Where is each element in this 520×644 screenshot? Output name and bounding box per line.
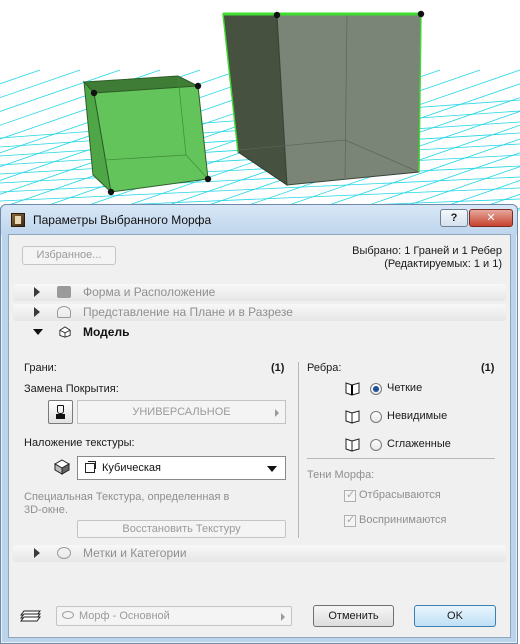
panel-model-header[interactable]: Модель [13, 324, 506, 341]
dialog-client-area: Избранное... Выбрано: 1 Граней и 1 Ребер… [8, 234, 511, 638]
chevron-right-icon [275, 409, 279, 417]
expand-arrow-icon [34, 548, 40, 558]
panel-model-label: Модель [83, 325, 130, 339]
favorites-button[interactable]: Избранное... [22, 246, 116, 265]
panel-shape-header[interactable]: Форма и Расположение [13, 284, 506, 301]
paint-brush-icon [57, 405, 64, 414]
model-icon [59, 326, 71, 338]
expand-arrow-icon [34, 307, 40, 317]
texture-note-line1: Специальная Текстура, определенная в [24, 491, 230, 503]
close-button[interactable]: ✕ [469, 209, 513, 227]
edge-hidden-label: Невидимые [387, 410, 448, 422]
3d-scene[interactable] [0, 0, 520, 301]
cast-shadows-checkbox[interactable] [344, 488, 356, 502]
override-toggle-button[interactable] [48, 400, 73, 424]
edge-sharp-label: Четкие [387, 382, 423, 394]
smooth-edge-icon [345, 438, 360, 452]
morph-settings-dialog: Параметры Выбранного Морфа ? ✕ Избранное… [0, 204, 518, 644]
dark-morph-cube[interactable] [222, 10, 425, 186]
edge-sharp-radio[interactable] [370, 383, 382, 395]
cast-shadows-label: Отбрасываются [359, 489, 441, 501]
layer-select[interactable]: Морф - Основной [56, 606, 292, 626]
plan-section-icon [57, 306, 71, 318]
title-bar[interactable]: Параметры Выбранного Морфа ? ✕ [1, 205, 517, 235]
texture-mapping-value: Кубическая [102, 462, 161, 474]
edge-smooth-radio[interactable] [370, 439, 382, 451]
grid-line [0, 176, 520, 202]
override-surface-combo[interactable]: УНИВЕРСАЛЬНОЕ [77, 400, 286, 424]
morph-app-icon [11, 213, 25, 227]
layers-icon [20, 610, 41, 622]
selection-info: Выбрано: 1 Граней и 1 Ребер [352, 245, 502, 257]
shadows-label: Тени Морфа: [307, 469, 375, 481]
faces-count: (1) [271, 362, 285, 374]
panel-plan-label: Представление на Плане и в Разрезе [83, 305, 293, 319]
grid-line [0, 69, 41, 85]
receive-shadows-label: Воспринимаются [359, 514, 447, 526]
override-surface-value: УНИВЕРСАЛЬНОЕ [132, 406, 231, 418]
texture-label: Наложение текстуры: [24, 437, 135, 449]
collapse-arrow-icon [33, 329, 43, 335]
panel-tags-header[interactable]: Метки и Категории [13, 545, 506, 562]
texture-note-line2: 3D-окне. [24, 504, 68, 516]
faces-label: Грани: [24, 362, 57, 374]
sharp-edge-icon [345, 382, 360, 396]
section-divider [307, 458, 495, 459]
texture-cube-icon [53, 459, 71, 475]
window-title: Параметры Выбранного Морфа [33, 213, 212, 227]
panel-shape-label: Форма и Расположение [83, 285, 216, 299]
paint-brush-tip [56, 414, 65, 419]
editable-info: (Редактируемых: 1 и 1) [384, 258, 502, 270]
chevron-down-icon [267, 466, 277, 472]
receive-shadows-checkbox[interactable] [344, 513, 356, 527]
column-divider [298, 362, 299, 538]
override-label: Замена Покрытия: [24, 383, 119, 395]
model-panel-body: Грани: (1) Замена Покрытия: УНИВЕРСАЛЬНО… [9, 362, 510, 570]
cancel-button[interactable]: Отменить [313, 605, 394, 627]
chevron-right-icon [281, 613, 285, 621]
layer-value: Морф - Основной [79, 610, 170, 622]
edges-label: Ребра: [307, 362, 342, 374]
3d-viewport[interactable] [0, 0, 520, 301]
eye-icon [62, 611, 74, 619]
cube-map-icon [85, 461, 96, 473]
tags-categories-icon [57, 547, 71, 559]
help-button[interactable]: ? [440, 209, 468, 227]
panel-tags-label: Метки и Категории [83, 546, 187, 560]
shape-position-icon [57, 286, 71, 298]
restore-texture-button[interactable]: Восстановить Текстуру [77, 520, 286, 538]
panel-plan-header[interactable]: Представление на Плане и в Разрезе [13, 304, 506, 321]
texture-mapping-select[interactable]: Кубическая [77, 456, 286, 480]
hidden-edge-icon [345, 410, 360, 424]
edge-hidden-radio[interactable] [370, 411, 382, 423]
edge-smooth-label: Сглаженные [387, 438, 451, 450]
ok-button[interactable]: OK [414, 605, 496, 627]
expand-arrow-icon [34, 287, 40, 297]
edges-count: (1) [481, 362, 495, 374]
green-morph-cube[interactable] [82, 75, 212, 196]
